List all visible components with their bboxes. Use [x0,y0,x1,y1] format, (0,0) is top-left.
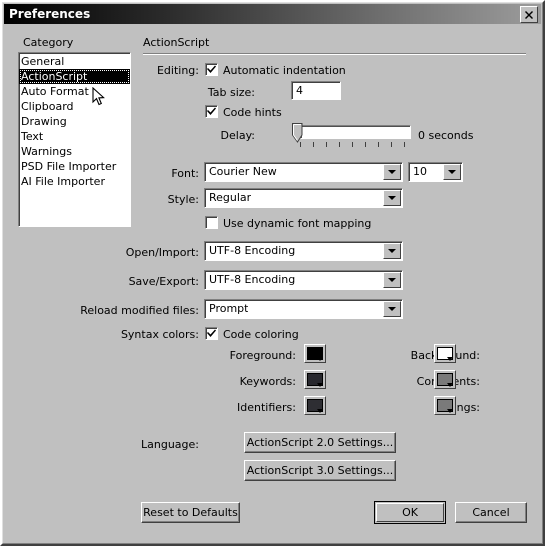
code-coloring-checkbox[interactable] [205,327,218,340]
actionscript-3-settings-label: ActionScript 3.0 Settings... [246,464,394,477]
language-label: Language: [141,438,199,451]
editing-label: Editing: [156,64,199,77]
chevron-down-icon[interactable] [443,164,461,180]
code-hints-checkbox[interactable] [205,105,218,118]
reload-modified-files-label: Reload modified files: [80,304,199,317]
sidebar-item-drawing[interactable]: Drawing [19,114,130,129]
comments-color-button[interactable] [434,370,456,389]
chevron-down-icon [447,357,453,361]
automatic-indentation-checkbox[interactable] [205,63,218,76]
chevron-down-icon [447,409,453,413]
style-label: Style: [167,193,199,206]
tab-size-label: Tab size: [207,86,255,99]
delay-label: Delay: [220,129,255,142]
sidebar-item-actionscript[interactable]: ActionScript [19,69,130,84]
open-import-select[interactable]: UTF-8 Encoding [204,241,403,261]
ok-button-face: OK [376,503,444,522]
delay-slider-ticks [300,142,411,147]
strings-label: Strings: [437,401,480,414]
sidebar-item-psd-file-importer[interactable]: PSD File Importer [19,159,130,174]
code-coloring-label: Code coloring [223,328,299,341]
sidebar-item-auto-format[interactable]: Auto Format [19,84,130,99]
delay-slider-track[interactable] [300,125,411,139]
chevron-down-icon[interactable] [383,301,401,317]
delay-value-label: 0 seconds [418,129,474,142]
chevron-down-icon [317,409,323,413]
chevron-down-icon[interactable] [383,164,401,180]
dialog-body: Category General ActionScript Auto Forma… [4,24,541,544]
open-import-label: Open/Import: [125,246,199,259]
check-icon [207,65,216,73]
reset-to-defaults-label: Reset to Defaults [143,506,238,519]
tab-size-input[interactable]: 4 [291,81,341,100]
sidebar-item-warnings[interactable]: Warnings [19,144,130,159]
identifiers-color-button[interactable] [304,396,326,415]
style-value: Regular [209,191,252,204]
background-label: Background: [354,349,480,362]
dynamic-font-mapping-label: Use dynamic font mapping [223,217,372,230]
chevron-down-icon [317,383,323,387]
open-import-value: UTF-8 Encoding [209,244,296,257]
font-family-select[interactable]: Courier New [204,162,403,182]
window-title: Preferences [9,7,91,21]
font-size-value: 10 [413,165,427,178]
page-title: ActionScript [143,36,210,49]
strings-color-button[interactable] [434,396,456,415]
chevron-down-icon[interactable] [383,190,401,206]
automatic-indentation-label: Automatic indentation [223,64,346,77]
keywords-label: Keywords: [239,375,296,388]
category-label: Category [23,36,74,49]
chevron-down-icon [317,357,323,361]
reset-to-defaults-button[interactable]: Reset to Defaults [141,502,240,523]
chevron-down-icon[interactable] [383,272,401,288]
save-export-value: UTF-8 Encoding [209,273,296,286]
foreground-label: Foreground: [229,349,296,362]
ok-button[interactable]: OK [374,501,446,524]
chevron-down-icon [447,383,453,387]
foreground-color-button[interactable] [304,344,326,363]
code-hints-label: Code hints [223,106,282,119]
reload-modified-files-select[interactable]: Prompt [204,299,403,319]
reload-modified-files-value: Prompt [209,302,249,315]
style-select[interactable]: Regular [204,188,403,208]
save-export-select[interactable]: UTF-8 Encoding [204,270,403,290]
actionscript-3-settings-button[interactable]: ActionScript 3.0 Settings... [244,460,396,481]
ok-label: OK [402,506,418,519]
sidebar-item-general[interactable]: General [19,54,130,69]
font-family-value: Courier New [209,165,277,178]
background-color-button[interactable] [434,344,456,363]
save-export-label: Save/Export: [128,275,199,288]
delay-slider-thumb[interactable] [292,123,303,143]
font-size-select[interactable]: 10 [408,162,463,182]
actionscript-2-settings-label: ActionScript 2.0 Settings... [246,436,394,449]
preferences-dialog: Preferences Category General ActionScrip… [0,0,545,546]
check-icon [207,107,216,115]
check-icon [207,329,216,337]
dynamic-font-mapping-checkbox[interactable] [205,216,218,229]
font-label: Font: [171,167,199,180]
panel-divider [143,53,526,55]
identifiers-label: Identifiers: [237,401,296,414]
close-icon[interactable] [520,6,538,23]
sidebar-item-clipboard[interactable]: Clipboard [19,99,130,114]
chevron-down-icon[interactable] [383,243,401,259]
comments-label: Comments: [354,375,480,388]
cancel-button[interactable]: Cancel [455,502,527,523]
sidebar-item-text[interactable]: Text [19,129,130,144]
category-list[interactable]: General ActionScript Auto Format Clipboa… [18,52,131,227]
sidebar-item-ai-file-importer[interactable]: AI File Importer [19,174,130,189]
title-bar: Preferences [4,4,541,24]
cancel-label: Cancel [472,506,510,519]
syntax-colors-label: Syntax colors: [120,328,199,341]
keywords-color-button[interactable] [304,370,326,389]
close-glyph [525,10,533,19]
actionscript-2-settings-button[interactable]: ActionScript 2.0 Settings... [244,432,396,453]
